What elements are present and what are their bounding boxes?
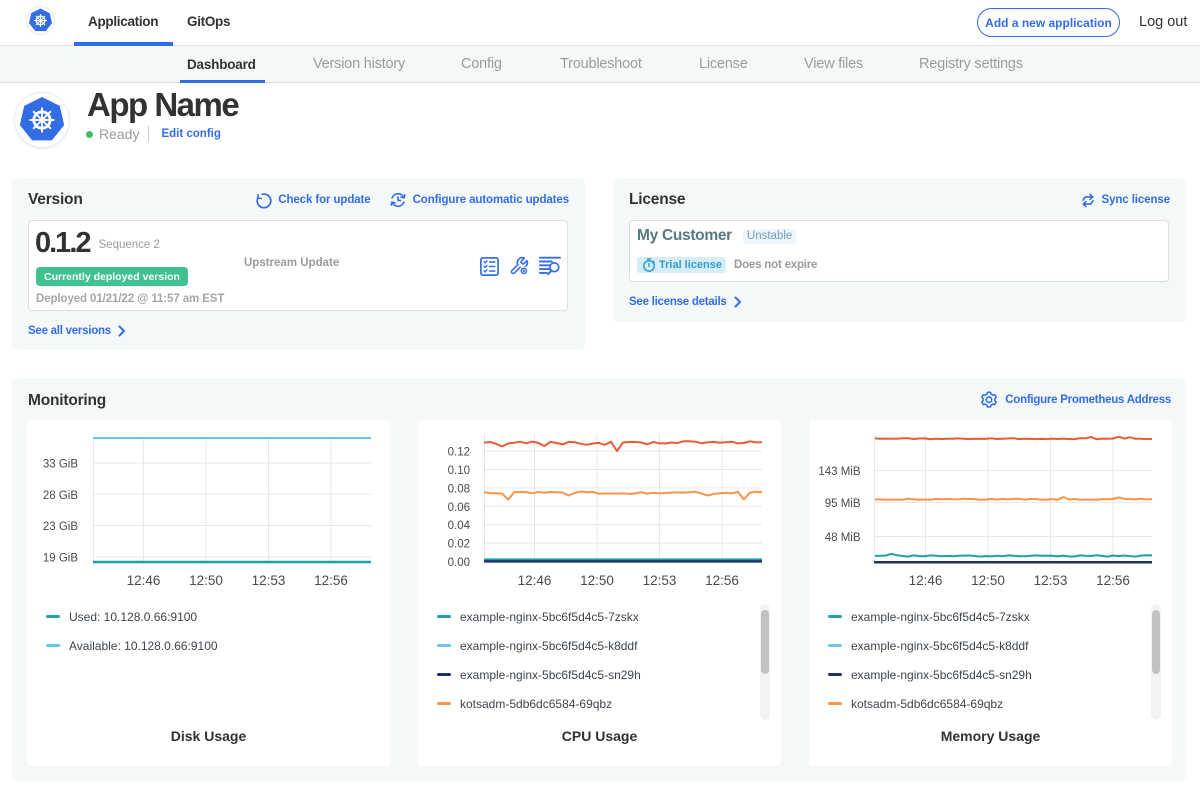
- svg-text:12:56: 12:56: [705, 573, 739, 588]
- svg-text:95 MiB: 95 MiB: [825, 498, 861, 510]
- svg-text:0.00: 0.00: [448, 557, 470, 569]
- svg-text:33 GiB: 33 GiB: [43, 459, 78, 471]
- svg-text:48 MiB: 48 MiB: [825, 532, 861, 544]
- svg-text:0.02: 0.02: [448, 539, 470, 551]
- svg-text:0.12: 0.12: [448, 447, 470, 459]
- svg-text:12:53: 12:53: [252, 573, 286, 588]
- svg-text:0.06: 0.06: [448, 502, 470, 514]
- svg-text:28 GiB: 28 GiB: [43, 490, 78, 502]
- svg-text:0.10: 0.10: [448, 465, 470, 477]
- svg-text:12:56: 12:56: [1096, 573, 1130, 588]
- svg-text:12:46: 12:46: [518, 573, 552, 588]
- svg-text:143 MiB: 143 MiB: [818, 466, 861, 478]
- svg-text:23 GiB: 23 GiB: [43, 521, 78, 533]
- svg-text:12:50: 12:50: [971, 573, 1005, 588]
- svg-text:19 GiB: 19 GiB: [43, 553, 78, 565]
- svg-text:12:53: 12:53: [643, 573, 677, 588]
- svg-text:12:46: 12:46: [127, 573, 161, 588]
- svg-text:12:46: 12:46: [909, 573, 943, 588]
- svg-text:12:56: 12:56: [314, 573, 348, 588]
- svg-text:0.04: 0.04: [448, 520, 471, 532]
- svg-text:12:50: 12:50: [580, 573, 614, 588]
- svg-text:0.08: 0.08: [448, 483, 470, 495]
- svg-text:12:50: 12:50: [189, 573, 223, 588]
- svg-text:12:53: 12:53: [1034, 573, 1068, 588]
